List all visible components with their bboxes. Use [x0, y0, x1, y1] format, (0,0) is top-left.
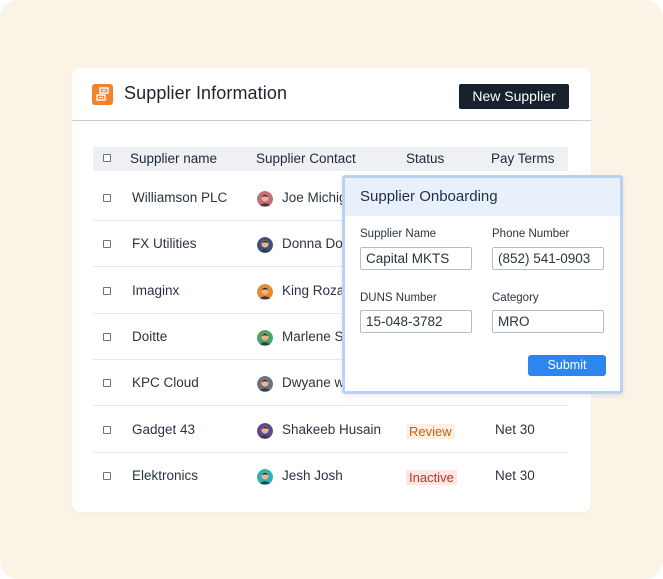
- pay-terms-cell: Net 30: [495, 467, 535, 483]
- row-checkbox[interactable]: [103, 286, 111, 295]
- table-row[interactable]: Gadget 43 Shakeeb Husain Review Net 30: [93, 407, 568, 453]
- status-badge: Inactive: [406, 469, 457, 485]
- category-label: Category: [492, 292, 539, 304]
- column-header-status[interactable]: Status: [406, 147, 444, 171]
- supplier-contact-cell: Marlene Sc: [282, 328, 351, 344]
- avatar: [257, 376, 273, 393]
- avatar: [257, 283, 273, 300]
- table-header: Supplier name Supplier Contact Status Pa…: [93, 147, 568, 171]
- select-all-checkbox[interactable]: [103, 154, 111, 162]
- avatar: [257, 422, 273, 439]
- row-checkbox[interactable]: [103, 332, 111, 341]
- column-header-pay-terms[interactable]: Pay Terms: [491, 147, 555, 171]
- dialog-header: Supplier Onboarding: [345, 178, 620, 216]
- supplier-name-cell: Gadget 43: [132, 421, 196, 437]
- row-checkbox[interactable]: [103, 471, 111, 480]
- row-checkbox[interactable]: [103, 240, 111, 249]
- supplier-contact-cell: Donna Doe: [282, 236, 351, 252]
- supplier-name-cell: Elektronics: [132, 467, 199, 483]
- supplier-name-cell: Doitte: [132, 328, 168, 344]
- submit-button[interactable]: Submit: [528, 355, 606, 376]
- supplier-contact-cell: Jesh Josh: [282, 467, 343, 483]
- pay-terms-cell: Net 30: [495, 421, 535, 437]
- card-header: Supplier Information New Supplier: [72, 68, 591, 121]
- row-checkbox[interactable]: [103, 379, 111, 388]
- page-title: Supplier Information: [124, 83, 288, 103]
- column-header-supplier-name[interactable]: Supplier name: [130, 147, 217, 171]
- avatar: [257, 191, 273, 207]
- category-input[interactable]: [492, 310, 604, 333]
- supplier-name-label: Supplier Name: [360, 228, 437, 240]
- supplier-name-cell: KPC Cloud: [132, 375, 199, 391]
- duns-number-label: DUNS Number: [360, 292, 437, 304]
- supplier-name-cell: Williamson PLC: [132, 190, 228, 205]
- status-badge: Review: [406, 423, 455, 439]
- dialog-title: Supplier Onboarding: [360, 188, 498, 205]
- row-checkbox[interactable]: [103, 425, 111, 434]
- row-checkbox[interactable]: [103, 194, 111, 202]
- avatar: [257, 237, 273, 254]
- column-header-supplier-contact[interactable]: Supplier Contact: [256, 147, 356, 171]
- supplier-contact-cell: Dwyane w: [282, 375, 345, 391]
- supplier-contact-cell: Joe Michig: [282, 190, 347, 205]
- phone-number-input[interactable]: [492, 247, 604, 270]
- supplier-app-icon: [92, 84, 113, 105]
- supplier-onboarding-dialog: Supplier Onboarding Supplier Name Phone …: [342, 175, 623, 394]
- supplier-name-cell: FX Utilities: [132, 236, 197, 252]
- supplier-contact-cell: Shakeeb Husain: [282, 421, 382, 437]
- table-row[interactable]: Elektronics Jesh Josh Inactive Net 30: [93, 453, 568, 499]
- supplier-name-cell: Imaginx: [132, 282, 180, 298]
- avatar: [257, 329, 273, 346]
- phone-number-label: Phone Number: [492, 228, 570, 240]
- supplier-name-input[interactable]: [360, 247, 472, 270]
- duns-number-input[interactable]: [360, 310, 472, 333]
- avatar: [257, 468, 273, 485]
- new-supplier-button[interactable]: New Supplier: [459, 84, 569, 109]
